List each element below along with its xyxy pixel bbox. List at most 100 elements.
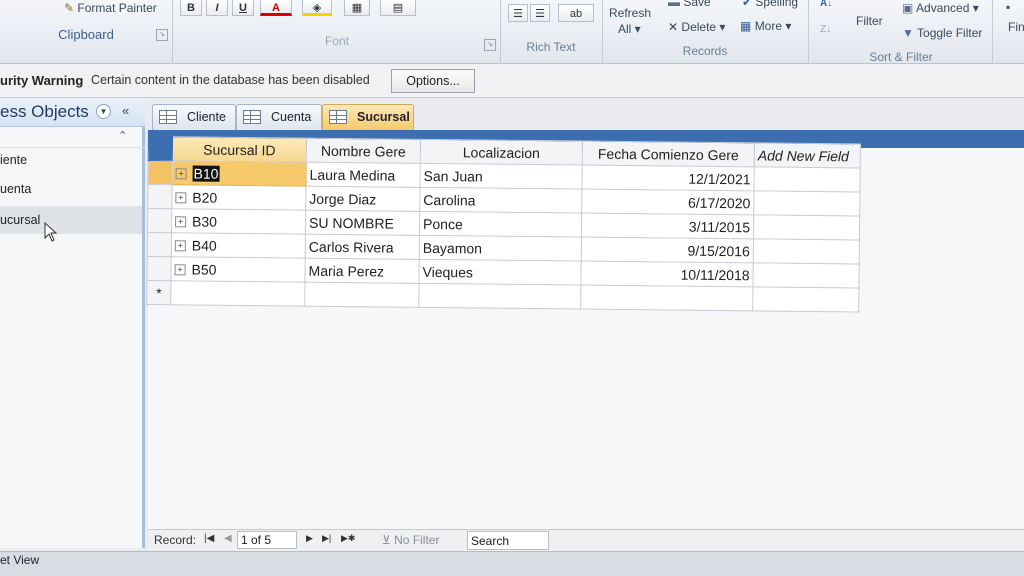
cell-fecha-comienzo[interactable]: 3/11/2015	[581, 213, 754, 239]
row-selector[interactable]	[147, 232, 172, 257]
cell-fecha-comienzo[interactable]: 6/17/2020	[581, 189, 754, 215]
new-record-marker[interactable]: *	[146, 280, 171, 305]
mouse-pointer-icon	[44, 222, 58, 242]
cell-nombre-gere[interactable]: Carlos Rivera	[305, 234, 420, 260]
checkmark-icon: ✔	[742, 0, 753, 9]
previous-record-icon[interactable]: ◀	[224, 533, 232, 544]
last-record-icon[interactable]: ▶|	[322, 533, 331, 544]
column-header-sucursal-id[interactable]: Sucursal ID	[172, 136, 307, 163]
format-painter-button[interactable]: ✎ Format Painter	[64, 1, 157, 15]
dialog-launcher-icon[interactable]: ↘	[156, 29, 168, 41]
toggle-filter-button[interactable]: ▼ Toggle Filter	[902, 26, 982, 40]
nav-pane-title: ess Objects	[0, 102, 89, 121]
cell-sucursal-id[interactable]: + B50	[170, 256, 306, 283]
cell-sucursal-id[interactable]: + B20	[171, 184, 306, 211]
column-header-nombre-gere[interactable]: Nombre Gere	[306, 138, 421, 164]
nav-item-sucursal[interactable]: ucursal	[0, 206, 142, 234]
save-button[interactable]: ▬ Save	[668, 0, 711, 9]
sort-descending-icon[interactable]: Z↓	[820, 24, 831, 35]
more-button[interactable]: ▦ More ▾	[740, 19, 791, 33]
gridlines-icon[interactable]: ▦	[344, 0, 370, 16]
chevron-up-icon[interactable]: ⌃	[118, 129, 127, 142]
underline-button[interactable]: U	[232, 0, 254, 16]
cell-sucursal-id[interactable]: + B10	[171, 160, 307, 187]
cell-nombre-gere[interactable]: Maria Perez	[304, 258, 420, 284]
cell-fecha-comienzo[interactable]: 12/1/2021	[581, 165, 755, 191]
column-header-fecha-comienzo[interactable]: Fecha Comienzo Gere	[582, 141, 755, 167]
spelling-button[interactable]: ✔ Spelling	[742, 0, 798, 9]
expand-plus-icon[interactable]: +	[174, 264, 186, 276]
cell-new-field[interactable]	[753, 166, 861, 192]
chevron-down-icon[interactable]: ▼	[96, 104, 111, 119]
cell-fecha-comienzo[interactable]	[580, 285, 753, 311]
tab-cliente[interactable]: Cliente	[152, 104, 236, 130]
expand-plus-icon[interactable]: +	[175, 216, 187, 228]
cell-sucursal-id[interactable]	[170, 280, 305, 307]
cell-localizacion[interactable]: Vieques	[418, 259, 582, 286]
more-table-icon: ▦	[740, 19, 752, 33]
cell-localizacion[interactable]: Ponce	[419, 211, 582, 238]
column-header-add-new-field[interactable]: Add New Field	[754, 142, 861, 168]
nav-group-header[interactable]: ⌃	[0, 127, 145, 148]
new-record-icon[interactable]: ▶✱	[341, 533, 355, 544]
font-color-button[interactable]: A	[260, 0, 292, 16]
next-record-icon[interactable]: ▶	[306, 533, 313, 544]
text-highlight-icon[interactable]: ab	[558, 4, 594, 22]
cell-nombre-gere[interactable]: Laura Medina	[305, 162, 421, 188]
sort-ascending-icon[interactable]: A↓	[820, 0, 832, 9]
delete-button[interactable]: ✕ Delete ▾	[668, 20, 725, 34]
row-selector[interactable]	[147, 184, 172, 209]
highlight-color-icon[interactable]: ◈	[302, 0, 332, 16]
no-filter-indicator[interactable]: ⊻ No Filter	[382, 533, 439, 547]
cell-new-field[interactable]	[752, 262, 860, 288]
find-label[interactable]: Fin	[1008, 20, 1024, 34]
options-button[interactable]: Options...	[391, 69, 475, 93]
expand-plus-icon[interactable]: +	[174, 240, 186, 252]
document-tabs: Cliente Cuenta Sucursal	[148, 98, 1024, 132]
font-dialog-launcher-icon[interactable]: ↘	[484, 39, 496, 51]
collapse-pane-icon[interactable]: «	[122, 103, 129, 118]
cell-new-field[interactable]	[752, 286, 859, 312]
sort-filter-group: A↓ Z↓ Filter ▣ Advanced ▾ ▼ Toggle Filte…	[810, 0, 993, 64]
tab-cuenta[interactable]: Cuenta	[236, 104, 322, 130]
row-selector[interactable]	[147, 160, 173, 185]
cell-sucursal-id[interactable]: + B30	[171, 208, 306, 235]
cell-localizacion[interactable]: Bayamon	[419, 235, 582, 262]
search-input[interactable]: Search	[467, 531, 549, 550]
tab-sucursal[interactable]: Sucursal	[322, 104, 414, 130]
alternate-fill-icon[interactable]: ▤	[380, 0, 416, 16]
row-selector[interactable]	[147, 208, 172, 233]
nav-item-cliente[interactable]: iente	[0, 146, 142, 174]
find-binoculars-icon[interactable]: ▪	[1006, 0, 1010, 14]
first-record-icon[interactable]: |◀	[204, 533, 214, 544]
cell-localizacion[interactable]: San Juan	[419, 163, 583, 190]
row-selector[interactable]	[146, 256, 172, 281]
bold-button[interactable]: B	[180, 0, 202, 16]
cell-nombre-gere[interactable]: SU NOMBRE	[305, 210, 420, 236]
numbering-icon[interactable]: ☰	[530, 4, 550, 22]
refresh-all-button[interactable]: Refresh	[609, 6, 651, 20]
filter-button[interactable]: Filter	[856, 14, 883, 28]
cell-localizacion[interactable]: Carolina	[419, 187, 582, 214]
cell-fecha-comienzo[interactable]: 10/11/2018	[580, 261, 754, 287]
select-all-cell[interactable]	[148, 136, 173, 161]
cell-new-field[interactable]	[753, 190, 860, 216]
cell-sucursal-id[interactable]: + B40	[171, 232, 306, 259]
cell-fecha-comienzo[interactable]: 9/15/2016	[581, 237, 754, 263]
nav-item-cuenta[interactable]: uenta	[0, 175, 142, 203]
cell-localizacion[interactable]	[418, 283, 581, 310]
bullets-icon[interactable]: ☰	[508, 4, 528, 22]
expand-plus-icon[interactable]: +	[175, 192, 187, 204]
table-icon	[159, 110, 177, 124]
cell-nombre-gere[interactable]	[304, 282, 419, 308]
cell-new-field[interactable]	[753, 214, 860, 240]
nav-pane-header[interactable]: ess Objects ▼ «	[0, 98, 145, 127]
expand-plus-icon[interactable]: +	[175, 168, 187, 180]
current-record-field[interactable]: 1 of 5	[237, 531, 297, 549]
column-header-localizacion[interactable]: Localizacion	[420, 139, 583, 166]
italic-button[interactable]: I	[206, 0, 228, 16]
cell-nombre-gere[interactable]: Jorge Diaz	[305, 186, 420, 212]
refresh-all-dropdown[interactable]: All ▾	[618, 22, 641, 36]
cell-new-field[interactable]	[753, 238, 860, 264]
advanced-button[interactable]: ▣ Advanced ▾	[902, 1, 979, 15]
